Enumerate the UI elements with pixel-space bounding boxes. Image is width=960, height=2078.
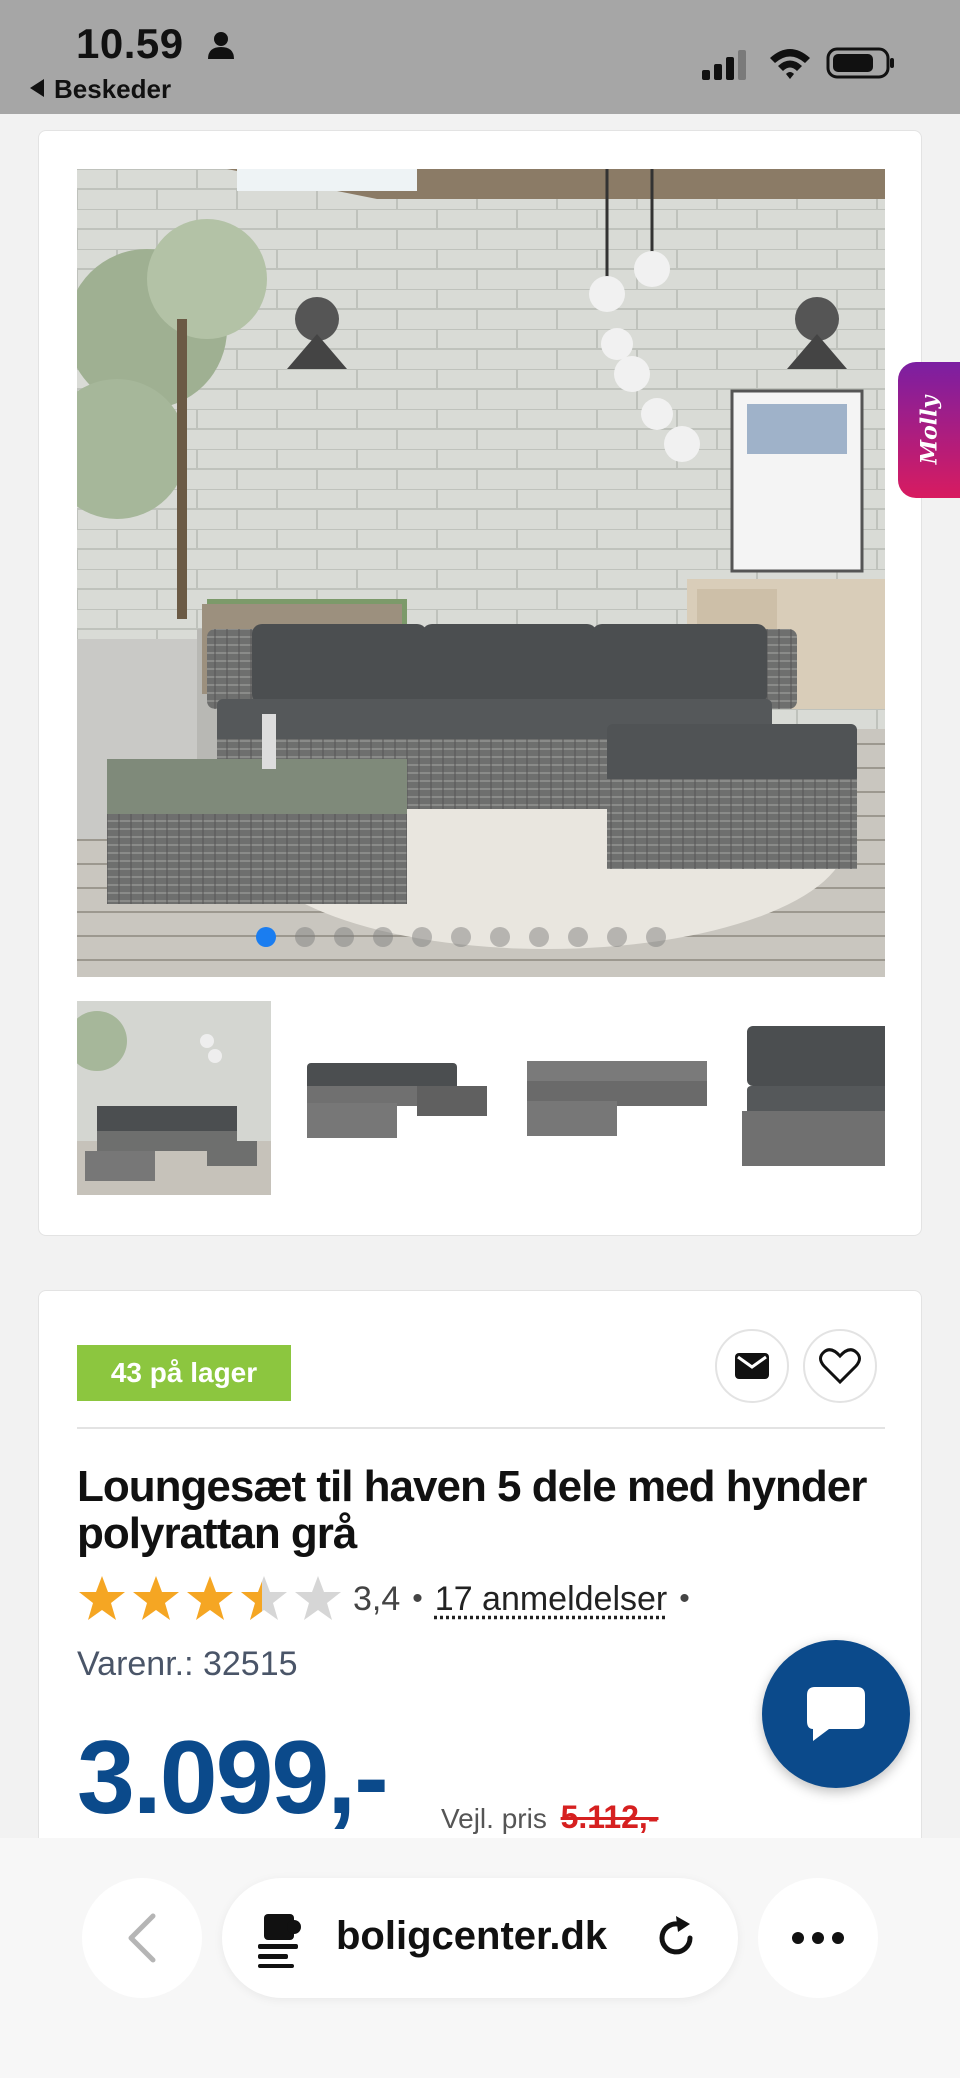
carousel-dots bbox=[77, 927, 885, 947]
carousel-dot[interactable] bbox=[529, 927, 549, 947]
share-by-email-button[interactable] bbox=[715, 1329, 789, 1403]
star-icon-full bbox=[187, 1576, 233, 1620]
thumbnail-strip bbox=[77, 1001, 885, 1197]
carousel-dot[interactable] bbox=[646, 927, 666, 947]
carousel-dot[interactable] bbox=[412, 927, 432, 947]
chat-icon bbox=[807, 1687, 865, 1741]
stock-badge: 43 på lager bbox=[77, 1345, 291, 1401]
thumbnail-set-1[interactable] bbox=[297, 1001, 491, 1195]
rating-row: 3,4 • 17 anmeldelser • bbox=[77, 1573, 702, 1625]
mail-icon bbox=[735, 1353, 769, 1379]
back-to-app-link[interactable]: Beskeder bbox=[30, 74, 171, 105]
reload-icon[interactable] bbox=[654, 1916, 698, 1960]
person-icon bbox=[208, 32, 234, 59]
product-page: 10.59 Beskeder Molly 43 på lager Lounges… bbox=[0, 0, 960, 2078]
address-bar[interactable]: boligcenter.dk bbox=[222, 1878, 738, 1998]
carousel-dot[interactable] bbox=[451, 927, 471, 947]
rating-value: 3,4 bbox=[353, 1579, 401, 1618]
back-triangle-icon bbox=[30, 79, 44, 97]
lounge-scene-image bbox=[77, 169, 885, 977]
carousel-dot[interactable] bbox=[295, 927, 315, 947]
wifi-icon bbox=[770, 49, 810, 79]
sku-number: Varenr.: 32515 bbox=[77, 1645, 298, 1683]
molly-label: Molly bbox=[916, 395, 942, 465]
gallery-card bbox=[38, 130, 922, 1236]
reviews-link[interactable]: 17 anmeldelser bbox=[435, 1580, 667, 1619]
star-icon-full bbox=[133, 1576, 179, 1620]
more-options-button[interactable] bbox=[758, 1878, 878, 1998]
carousel-dot-active[interactable] bbox=[256, 927, 276, 947]
carousel-dot[interactable] bbox=[373, 927, 393, 947]
main-product-image[interactable] bbox=[77, 169, 885, 977]
chevron-left-icon bbox=[128, 1913, 156, 1963]
bullet-separator: • bbox=[679, 1582, 690, 1615]
bullet-separator: • bbox=[412, 1582, 423, 1615]
carousel-dot[interactable] bbox=[568, 927, 588, 947]
rating-stars bbox=[77, 1574, 343, 1624]
browser-back-button[interactable] bbox=[82, 1878, 202, 1998]
recommended-price: Vejl. pris 5.112,- bbox=[441, 1799, 658, 1836]
more-icon bbox=[792, 1932, 844, 1944]
price: 3.099,- bbox=[77, 1720, 389, 1836]
thumbnail-lifestyle[interactable] bbox=[77, 1001, 271, 1195]
star-icon-partial bbox=[241, 1576, 287, 1620]
chat-button[interactable] bbox=[762, 1640, 910, 1788]
molly-side-tab[interactable]: Molly bbox=[898, 362, 960, 498]
star-icon-empty bbox=[295, 1576, 341, 1620]
star-icon-full bbox=[79, 1576, 125, 1620]
signal-icon bbox=[702, 50, 746, 80]
carousel-dot[interactable] bbox=[607, 927, 627, 947]
carousel-dot[interactable] bbox=[490, 927, 510, 947]
carousel-dot[interactable] bbox=[334, 927, 354, 947]
url-text: boligcenter.dk bbox=[336, 1914, 608, 1958]
add-to-wishlist-button[interactable] bbox=[803, 1329, 877, 1403]
divider bbox=[77, 1427, 885, 1429]
back-app-label: Beskeder bbox=[54, 74, 172, 104]
heart-icon bbox=[819, 1348, 861, 1385]
status-bar: 10.59 Beskeder bbox=[0, 0, 960, 114]
thumbnail-corner-seat[interactable] bbox=[737, 1001, 885, 1195]
thumbnail-set-2[interactable] bbox=[517, 1001, 711, 1195]
status-time: 10.59 bbox=[76, 20, 184, 67]
product-title: Loungesæt til haven 5 dele med hynder po… bbox=[77, 1462, 867, 1558]
site-icon bbox=[258, 1914, 301, 1968]
rrp-label: Vejl. pris bbox=[441, 1803, 547, 1834]
battery-icon bbox=[826, 47, 894, 79]
browser-toolbar: boligcenter.dk bbox=[0, 1838, 960, 2078]
rrp-value: 5.112,- bbox=[560, 1799, 659, 1835]
